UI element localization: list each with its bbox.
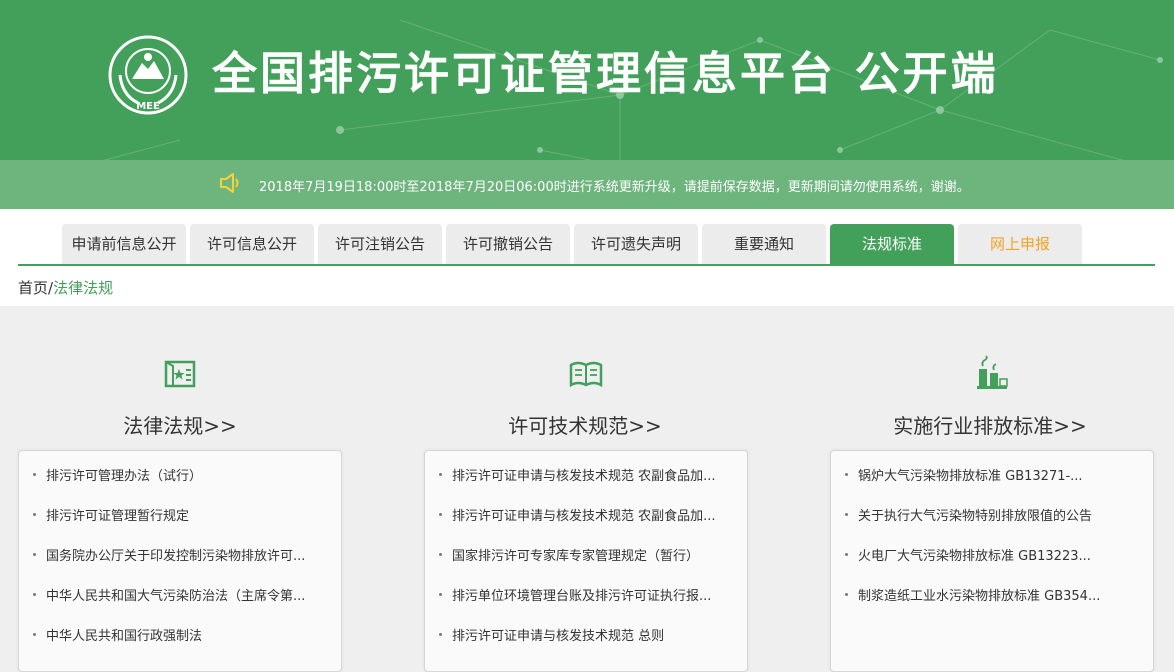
list-item[interactable]: 火电厂大气污染物排放标准 GB13223...: [845, 545, 1145, 585]
list-item[interactable]: 国家排污许可专家库专家管理规定（暂行）: [439, 545, 739, 585]
tab-underline: [18, 264, 1155, 266]
column-title-laws[interactable]: 法律法规>>: [100, 410, 260, 439]
site-title: 全国排污许可证管理信息平台 公开端: [212, 47, 999, 100]
tab-license-info[interactable]: 许可信息公开: [190, 224, 314, 264]
list-item[interactable]: 排污许可证管理暂行规定: [33, 505, 333, 545]
list-item[interactable]: 排污单位环境管理台账及排污许可证执行报...: [439, 585, 739, 625]
speaker-icon: [220, 173, 239, 193]
list-item[interactable]: 排污许可证申请与核发技术规范 总则: [439, 625, 739, 665]
card-industry-standards: 锅炉大气污染物排放标准 GB13271-... 关于执行大气污染物特别排放限值的…: [830, 450, 1154, 672]
card-technical-specs: 排污许可证申请与核发技术规范 农副食品加... 排污许可证申请与核发技术规范 农…: [424, 450, 748, 672]
tab-pre-application[interactable]: 申请前信息公开: [62, 224, 186, 264]
breadcrumb: 首页/法律法规: [18, 277, 113, 298]
breadcrumb-current: 法律法规: [53, 279, 114, 297]
card-laws: 排污许可管理办法（试行） 排污许可证管理暂行规定 国务院办公厅关于印发控制污染物…: [18, 450, 342, 672]
list-item[interactable]: 制浆造纸工业水污染物排放标准 GB354...: [845, 585, 1145, 625]
list-item[interactable]: 锅炉大气污染物排放标准 GB13271-...: [845, 465, 1145, 505]
list-item[interactable]: 国务院办公厅关于印发控制污染物排放许可...: [33, 545, 333, 585]
tab-revocation-notice[interactable]: 许可撤销公告: [446, 224, 570, 264]
open-book-icon: [569, 361, 603, 388]
tab-regulations[interactable]: 法规标准: [830, 224, 954, 264]
law-book-icon: [164, 360, 196, 388]
svg-text:MEE: MEE: [136, 101, 160, 112]
column-title-technical-specs[interactable]: 许可技术规范>>: [490, 410, 680, 439]
factory-icon: [977, 355, 1008, 389]
list-item[interactable]: 中华人民共和国行政强制法: [33, 625, 333, 665]
tab-important-notice[interactable]: 重要通知: [702, 224, 826, 264]
notice-text: 2018年7月19日18:00时至2018年7月20日06:00时进行系统更新升…: [259, 180, 970, 195]
tab-online-filing[interactable]: 网上申报: [958, 224, 1082, 264]
list-item[interactable]: 排污许可证申请与核发技术规范 农副食品加...: [439, 505, 739, 545]
list-item[interactable]: 排污许可证申请与核发技术规范 农副食品加...: [439, 465, 739, 505]
site-header: MEE 全国排污许可证管理信息平台 公开端: [0, 0, 1174, 160]
tab-cancellation-notice[interactable]: 许可注销公告: [318, 224, 442, 264]
mee-logo-icon: MEE: [108, 35, 188, 115]
list-item[interactable]: 中华人民共和国大气污染防治法（主席令第...: [33, 585, 333, 625]
breadcrumb-home[interactable]: 首页: [18, 279, 48, 297]
list-item[interactable]: 排污许可管理办法（试行）: [33, 465, 333, 505]
list-item[interactable]: 关于执行大气污染物特别排放限值的公告: [845, 505, 1145, 545]
column-title-industry-standards[interactable]: 实施行业排放标准>>: [880, 410, 1100, 439]
tab-loss-statement[interactable]: 许可遗失声明: [574, 224, 698, 264]
